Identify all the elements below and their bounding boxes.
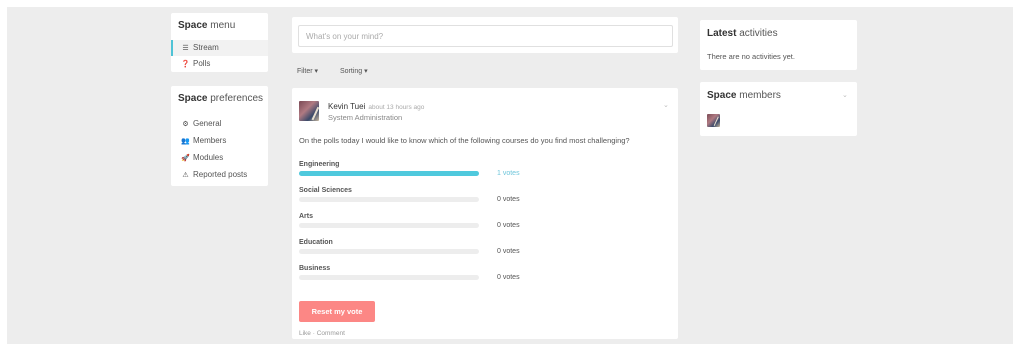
list-icon: ☰	[182, 45, 189, 52]
pref-item-modules[interactable]: 🚀 Modules	[181, 153, 223, 162]
warning-icon: ⚠	[182, 172, 189, 179]
menu-item-polls[interactable]: ❓ Polls	[171, 56, 268, 72]
space-members-title: Space members	[707, 90, 781, 101]
pref-item-reported-posts[interactable]: ⚠ Reported posts	[181, 170, 247, 179]
space-preferences-title: Space preferences	[178, 93, 264, 104]
poll-option-label: Engineering	[299, 161, 340, 168]
poll-question: On the polls today I would like to know …	[299, 136, 630, 145]
poll-option-label: Arts	[299, 213, 314, 220]
menu-item-label: Stream	[193, 43, 219, 52]
poll-vote-count: 0 votes	[497, 248, 520, 255]
poll-vote-count: 0 votes	[497, 274, 520, 281]
menu-item-stream[interactable]: ☰ Stream	[171, 40, 268, 56]
pref-item-label: General	[193, 119, 222, 128]
chevron-down-icon[interactable]: ⌄	[663, 101, 669, 109]
poll-option-bar[interactable]	[299, 171, 479, 176]
poll-post-card: Kevin Tuei about 13 hours ago System Admi…	[292, 88, 678, 339]
pref-item-general[interactable]: ⚙ General	[181, 119, 221, 128]
filter-dropdown[interactable]: Filter ▾	[297, 67, 318, 75]
post-composer	[292, 17, 678, 53]
space-preferences-panel: Space preferences ⚙ General 👥 Members 🚀 Mod…	[171, 86, 268, 186]
cogs-icon: ⚙	[182, 121, 189, 128]
rocket-icon: 🚀	[181, 155, 190, 162]
poll-option-label: Education	[299, 239, 333, 246]
poll-option-bar[interactable]	[299, 249, 479, 254]
users-icon: 👥	[181, 138, 190, 145]
sorting-dropdown[interactable]: Sorting ▾	[340, 67, 368, 75]
member-avatar[interactable]	[707, 114, 720, 127]
post-time: about 13 hours ago	[368, 104, 425, 111]
latest-activities-title: Latest activities	[707, 28, 778, 39]
space-members-panel: Space members ⌄	[700, 82, 857, 136]
reset-my-vote-button[interactable]: Reset my vote	[299, 301, 375, 322]
poll-option-bar[interactable]	[299, 197, 479, 202]
space-menu-title: Space menu	[178, 20, 236, 31]
poll-vote-count: 0 votes	[497, 196, 520, 203]
pref-item-members[interactable]: 👥 Members	[181, 136, 226, 145]
whats-on-your-mind-input[interactable]	[298, 25, 673, 47]
pref-item-label: Reported posts	[193, 170, 248, 179]
poll-option-bar[interactable]	[299, 223, 479, 228]
no-activities-text: There are no activities yet.	[707, 52, 795, 61]
pref-item-label: Members	[193, 136, 227, 145]
pref-item-label: Modules	[193, 153, 224, 162]
question-circle-icon: ❓	[181, 61, 190, 68]
post-space-name[interactable]: System Administration	[328, 113, 402, 122]
latest-activities-panel: Latest activities There are no activitie…	[700, 20, 857, 70]
poll-vote-count: 0 votes	[497, 222, 520, 229]
chevron-down-icon[interactable]: ⌄	[842, 91, 848, 99]
poll-option-bar[interactable]	[299, 275, 479, 280]
poll-option-label: Business	[299, 265, 331, 272]
like-comment-links[interactable]: Like · Comment	[299, 330, 345, 337]
page-background: Space menu ☰ Stream ❓ Polls Space preferen…	[7, 7, 1013, 344]
avatar[interactable]	[299, 101, 319, 121]
poll-option-label: Social Sciences	[299, 187, 352, 194]
poll-vote-count: 1 votes	[497, 170, 520, 177]
space-menu-panel: Space menu ☰ Stream ❓ Polls	[171, 13, 268, 72]
menu-item-label: Polls	[193, 59, 211, 68]
poll-bar-fill	[299, 171, 479, 176]
author-name-link[interactable]: Kevin Tuei	[328, 102, 365, 111]
post-author: Kevin Tuei about 13 hours ago	[328, 102, 424, 111]
